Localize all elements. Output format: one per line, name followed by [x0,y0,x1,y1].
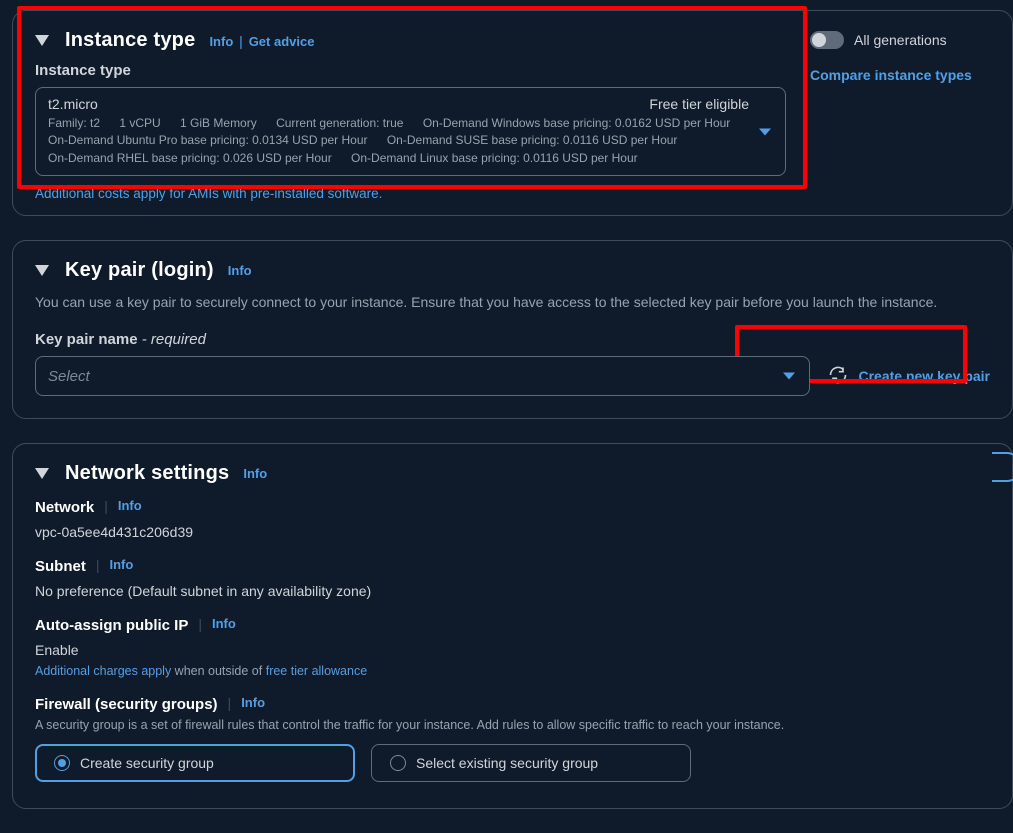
create-new-key-pair-label: Create new key pair [858,368,990,384]
divider: | [198,616,202,632]
network-settings-heading: Network settings [65,462,229,485]
firewall-info-link[interactable]: Info [241,695,265,710]
required-text: - required [138,331,206,348]
edit-button[interactable] [992,452,1013,482]
chevron-down-icon [759,128,771,135]
network-settings-panel: Network settings Info Network | Info vpc… [12,443,1013,809]
refresh-icon [828,365,848,388]
free-tier-allowance-link[interactable]: free tier allowance [266,664,367,678]
network-info-link[interactable]: Info [243,466,267,481]
detail-vcpu: 1 vCPU [119,115,160,132]
instance-type-label: Instance type [35,62,786,79]
autoip-info-link[interactable]: Info [212,616,236,631]
network-field-info-link[interactable]: Info [118,498,142,513]
detail-memory: 1 GiB Memory [180,115,257,132]
free-tier-badge: Free tier eligible [649,96,749,112]
detail-gen: Current generation: true [276,115,403,132]
divider: | [228,695,232,711]
firewall-description: A security group is a set of firewall ru… [35,718,990,732]
detail-family: Family: t2 [48,115,100,132]
create-new-key-pair-button[interactable]: Create new key pair [828,365,990,388]
autoip-value: Enable [35,642,990,658]
collapse-icon[interactable] [35,35,49,46]
instance-info-link[interactable]: Info [209,34,233,49]
divider: | [239,33,243,49]
compare-instance-types-link[interactable]: Compare instance types [810,67,972,83]
instance-type-name: t2.micro [48,96,98,112]
subnet-value: No preference (Default subnet in any ava… [35,583,990,599]
create-security-group-radio[interactable]: Create security group [35,744,355,782]
detail-windows-price: On-Demand Windows base pricing: 0.0162 U… [423,115,730,132]
divider: | [96,557,100,573]
firewall-label: Firewall (security groups) [35,696,218,713]
detail-linux-price: On-Demand Linux base pricing: 0.0116 USD… [351,150,638,167]
instance-type-heading: Instance type [65,29,195,52]
select-existing-security-group-radio[interactable]: Select existing security group [371,744,691,782]
subnet-label: Subnet [35,558,86,575]
key-pair-select[interactable]: Select [35,356,810,396]
detail-rhel-price: On-Demand RHEL base pricing: 0.026 USD p… [48,150,332,167]
collapse-icon[interactable] [35,468,49,479]
additional-charges-note: Additional charges apply when outside of… [35,664,990,678]
detail-ubuntu-price: On-Demand Ubuntu Pro base pricing: 0.013… [48,132,368,149]
key-pair-heading: Key pair (login) [65,259,214,282]
key-pair-panel: Key pair (login) Info You can use a key … [12,240,1013,419]
key-pair-info-link[interactable]: Info [228,263,252,278]
additional-costs-link[interactable]: Additional costs apply for AMIs with pre… [35,186,786,201]
additional-charges-link[interactable]: Additional charges apply [35,664,171,678]
charges-mid-text: when outside of [171,664,266,678]
detail-suse-price: On-Demand SUSE base pricing: 0.0116 USD … [387,132,678,149]
key-pair-description: You can use a key pair to securely conne… [35,292,990,313]
key-pair-placeholder: Select [48,368,90,385]
instance-type-select[interactable]: t2.micro Free tier eligible Family: t2 1… [35,87,786,176]
subnet-info-link[interactable]: Info [109,557,133,572]
network-label: Network [35,499,94,516]
get-advice-link[interactable]: Get advice [249,34,315,49]
network-value: vpc-0a5ee4d431c206d39 [35,524,990,540]
divider: | [104,498,108,514]
chevron-down-icon [783,373,795,380]
key-pair-name-text: Key pair name [35,331,138,348]
autoip-label: Auto-assign public IP [35,617,188,634]
instance-type-details: Family: t2 1 vCPU 1 GiB Memory Current g… [48,115,749,167]
collapse-icon[interactable] [35,265,49,276]
instance-type-panel: Instance type Info | Get advice Instance… [12,10,1013,216]
all-generations-label: All generations [854,32,947,48]
key-pair-name-label: Key pair name - required [35,331,990,348]
all-generations-toggle[interactable] [810,31,844,49]
